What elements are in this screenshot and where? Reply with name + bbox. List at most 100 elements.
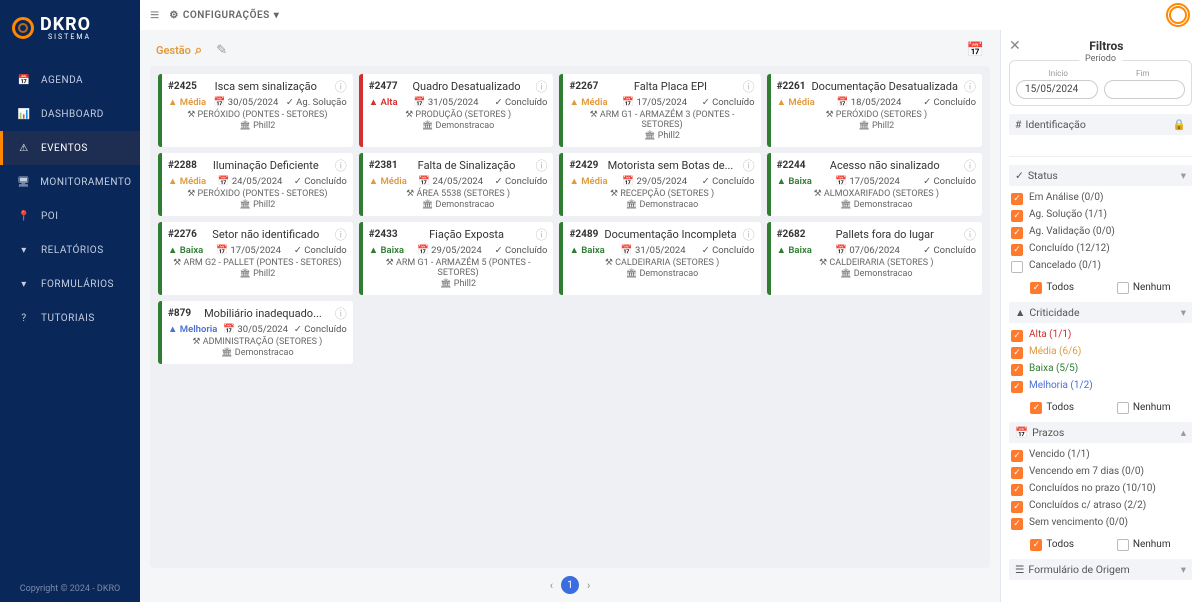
filter-label: Concluídos no prazo (10/10) <box>1029 483 1156 494</box>
avatar[interactable] <box>1166 3 1190 27</box>
identificacao-head[interactable]: # Identificação 🔒 <box>1009 114 1192 135</box>
info-icon[interactable]: ⓘ <box>335 157 347 174</box>
card-status: ✓ Concluído <box>702 97 755 108</box>
severity-badge: ▲ Alta <box>369 97 398 108</box>
filter-option[interactable]: ✓Vencendo em 7 dias (0/0) <box>1011 464 1190 481</box>
filter-option[interactable]: ✓Vencido (1/1) <box>1011 447 1190 464</box>
filter-option[interactable]: ✓Ag. Solução (1/1) <box>1011 207 1190 224</box>
status-head[interactable]: ✓ Status ▾ <box>1009 165 1192 186</box>
calendar-icon[interactable]: 📅 <box>967 42 984 58</box>
info-icon[interactable]: ⓘ <box>964 226 976 243</box>
status-all[interactable]: ✓Todos <box>1030 281 1074 294</box>
info-icon[interactable]: ⓘ <box>964 78 976 95</box>
crit-allnone: ✓Todos ✓Nenhum <box>1009 401 1192 414</box>
card-id: #2244 <box>777 160 806 171</box>
checkbox-icon: ✓ <box>1011 347 1023 359</box>
cards-area: #2425 Isca sem sinalização ⓘ ▲ Média 📅 3… <box>150 66 990 568</box>
card-user: 🏛 Demonstracao <box>777 200 976 210</box>
sidebar-item-agenda[interactable]: 📅AGENDA <box>0 63 140 97</box>
card-id: #2267 <box>569 81 598 92</box>
form-origem-head[interactable]: ☰ Formulário de Origem ▾ <box>1009 559 1192 580</box>
info-icon[interactable]: ⓘ <box>335 78 347 95</box>
card-status: ✓ Concluído <box>495 245 548 256</box>
checkbox-icon: ✓ <box>1011 244 1023 256</box>
config-label: CONFIGURAÇÕES <box>183 10 270 21</box>
filter-option[interactable]: ✓Cancelado (0/1) <box>1011 258 1190 275</box>
pager-next[interactable]: › <box>587 579 590 592</box>
close-icon[interactable]: ✕ <box>1009 38 1021 54</box>
severity-badge: ▲ Baixa <box>569 245 604 256</box>
filter-option[interactable]: ✓Em Análise (0/0) <box>1011 190 1190 207</box>
card-title: Documentação Desatualizada <box>811 80 958 93</box>
event-card[interactable]: #2433 Fiação Exposta ⓘ ▲ Baixa 📅 29/05/2… <box>359 222 554 295</box>
card-id: #2489 <box>569 229 598 240</box>
card-user: 🏛 Phill2 <box>777 121 976 131</box>
info-icon[interactable]: ⓘ <box>743 226 755 243</box>
filter-option[interactable]: ✓Concluídos c/ atraso (2/2) <box>1011 498 1190 515</box>
sidebar-item-poi[interactable]: 📍POI <box>0 199 140 233</box>
sidebar-item-tutoriais[interactable]: ?TUTORIAIS <box>0 301 140 335</box>
info-icon[interactable]: ⓘ <box>743 157 755 174</box>
card-location: ⚒ PRODUÇÃO (SETORES ) <box>369 110 548 120</box>
checkbox-icon: ✓ <box>1011 210 1023 222</box>
identificacao-title: Identificação <box>1025 118 1085 131</box>
sidebar-item-dashboard[interactable]: 📊DASHBOARD <box>0 97 140 131</box>
period-end-input[interactable] <box>1104 80 1186 99</box>
menu-toggle-icon[interactable]: ≡ <box>150 5 159 25</box>
event-card[interactable]: #2244 Acesso não sinalizado ⓘ ▲ Baixa 📅 … <box>767 153 982 216</box>
event-card[interactable]: #2261 Documentação Desatualizada ⓘ ▲ Méd… <box>767 74 982 147</box>
event-card[interactable]: #2381 Falta de Sinalização ⓘ ▲ Média 📅 2… <box>359 153 554 216</box>
info-icon[interactable]: ⓘ <box>335 226 347 243</box>
filter-option[interactable]: ✓Concluído (12/12) <box>1011 241 1190 258</box>
event-card[interactable]: #2429 Motorista sem Botas de... ⓘ ▲ Médi… <box>559 153 760 216</box>
sidebar-item-monitoramento[interactable]: 🖥MONITORAMENTO <box>0 165 140 199</box>
event-card[interactable]: #879 Mobiliário inadequado... ⓘ ▲ Melhor… <box>158 301 353 364</box>
info-icon[interactable]: ⓘ <box>535 78 547 95</box>
event-card[interactable]: #2489 Documentação Incompleta ⓘ ▲ Baixa … <box>559 222 760 295</box>
event-card[interactable]: #2267 Falta Placa EPI ⓘ ▲ Média 📅 17/05/… <box>559 74 760 147</box>
sidebar-item-relatórios[interactable]: ▾RELATÓRIOS <box>0 233 140 267</box>
sidebar-item-eventos[interactable]: ⚠EVENTOS <box>0 131 140 165</box>
severity-badge: ▲ Baixa <box>777 176 812 187</box>
event-card[interactable]: #2425 Isca sem sinalização ⓘ ▲ Média 📅 3… <box>158 74 353 147</box>
nav-icon: 🖥 <box>17 175 30 189</box>
info-icon[interactable]: ⓘ <box>964 157 976 174</box>
criticidade-head[interactable]: ▲ Criticidade ▾ <box>1009 302 1192 323</box>
tab-gestao[interactable]: Gestão ⌕ <box>156 42 202 58</box>
prazos-all[interactable]: ✓Todos <box>1030 538 1074 551</box>
crit-none[interactable]: ✓Nenhum <box>1117 401 1171 414</box>
filter-option[interactable]: ✓Baixa (5/5) <box>1011 361 1190 378</box>
prazos-none[interactable]: ✓Nenhum <box>1117 538 1171 551</box>
pager-page[interactable]: 1 <box>561 576 579 594</box>
filter-label: Alta (1/1) <box>1029 329 1071 340</box>
status-none[interactable]: ✓Nenhum <box>1117 281 1171 294</box>
period-start-input[interactable]: 15/05/2024 <box>1016 80 1098 99</box>
card-title: Falta de Sinalização <box>404 159 530 172</box>
event-card[interactable]: #2477 Quadro Desatualizado ⓘ ▲ Alta 📅 31… <box>359 74 554 147</box>
filter-option[interactable]: ✓Média (6/6) <box>1011 344 1190 361</box>
info-icon[interactable]: ⓘ <box>535 157 547 174</box>
event-card[interactable]: #2276 Setor não identificado ⓘ ▲ Baixa 📅… <box>158 222 353 295</box>
identificacao-input[interactable] <box>1009 139 1192 157</box>
event-card[interactable]: #2288 Iluminação Deficiente ⓘ ▲ Média 📅 … <box>158 153 353 216</box>
event-card[interactable]: #2682 Pallets fora do lugar ⓘ ▲ Baixa 📅 … <box>767 222 982 295</box>
info-icon[interactable]: ⓘ <box>743 78 755 95</box>
info-icon[interactable]: ⓘ <box>335 305 347 322</box>
card-title: Documentação Incompleta <box>604 228 736 241</box>
gear-icon: ⚙ <box>169 10 178 21</box>
sidebar-item-formulários[interactable]: ▾FORMULÁRIOS <box>0 267 140 301</box>
tab-analytics[interactable]: ✎ <box>216 42 227 58</box>
info-icon[interactable]: ⓘ <box>535 226 547 243</box>
crit-all[interactable]: ✓Todos <box>1030 401 1074 414</box>
filter-option[interactable]: ✓Sem vencimento (0/0) <box>1011 515 1190 532</box>
filters-panel: ✕ Filtros Período Início Fim 15/05/2024 <box>1000 30 1200 602</box>
prazos-head[interactable]: 📅 Prazos ▴ <box>1009 422 1192 443</box>
config-dropdown[interactable]: ⚙ CONFIGURAÇÕES ▾ <box>169 10 279 21</box>
filter-option[interactable]: ✓Concluídos no prazo (10/10) <box>1011 481 1190 498</box>
filter-option[interactable]: ✓Ag. Validação (0/0) <box>1011 224 1190 241</box>
card-date: 📅 29/05/2024 <box>417 245 482 256</box>
filter-option[interactable]: ✓Melhoria (1/2) <box>1011 378 1190 395</box>
card-user: 🏛 Demonstracao <box>369 121 548 131</box>
pager-prev[interactable]: ‹ <box>550 579 553 592</box>
filter-option[interactable]: ✓Alta (1/1) <box>1011 327 1190 344</box>
